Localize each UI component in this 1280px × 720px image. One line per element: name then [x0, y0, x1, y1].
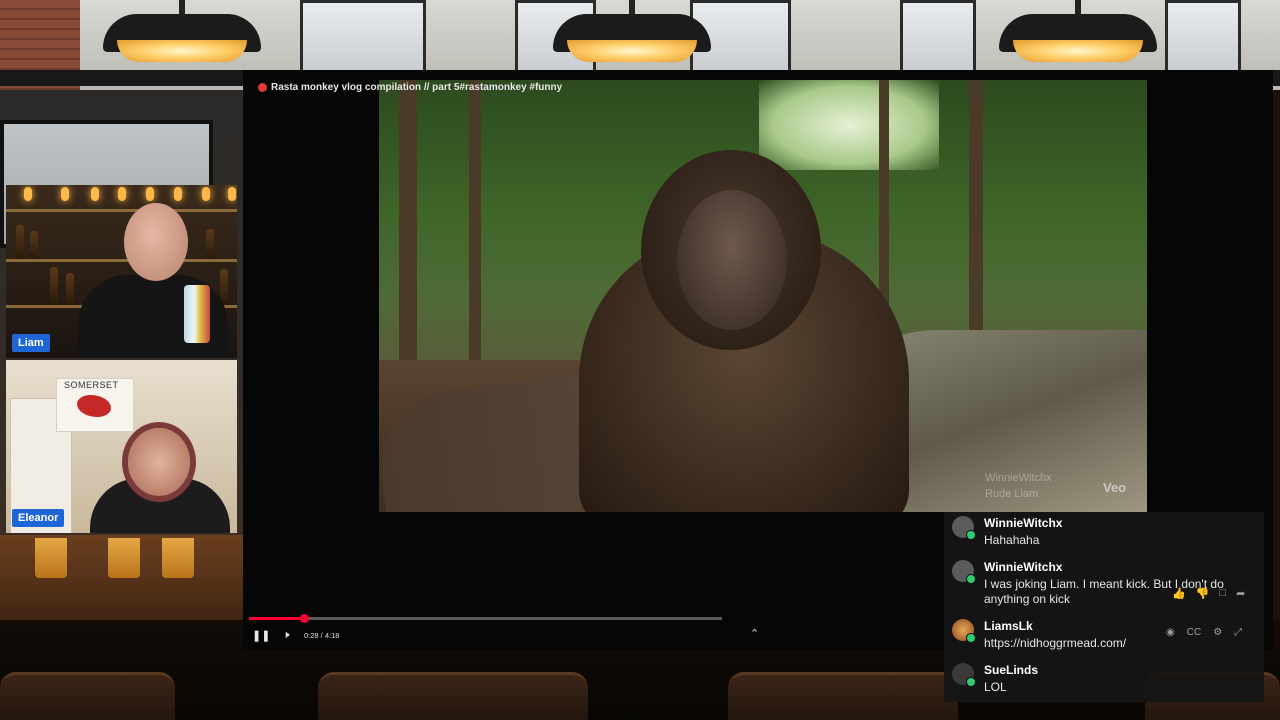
thumbs-down-icon[interactable]: 👎 — [1196, 587, 1210, 600]
participant-name-tag: Liam — [12, 334, 50, 352]
player-tools: ◉ CC ⚙ ⤢ — [1166, 627, 1242, 638]
captions-icon[interactable]: CC — [1187, 627, 1201, 638]
beer-glass — [108, 538, 140, 578]
progress-scrubber[interactable] — [299, 614, 309, 623]
volume-icon[interactable]: 🕨 — [278, 629, 294, 642]
bar-stool — [728, 672, 958, 720]
thumbs-up-icon[interactable]: 👍 — [1172, 587, 1186, 600]
pendant-lamp — [999, 0, 1157, 68]
avatar[interactable] — [952, 560, 976, 584]
webcam-tile-eleanor[interactable]: SOMERSET Eleanor — [6, 360, 237, 533]
gear-icon[interactable]: ⚙ — [1213, 627, 1222, 638]
chat-panel: WinnieWitchx Hahahaha WinnieWitchx I was… — [944, 512, 1264, 702]
message-actions: 👍 👎 □ ➦ — [1172, 587, 1245, 600]
participant-name-tag: Eleanor — [12, 509, 65, 527]
pendant-lamp — [553, 0, 711, 68]
fullscreen-icon[interactable]: ⤢ — [1234, 627, 1242, 638]
drink-can — [184, 285, 210, 343]
progress-bar[interactable] — [249, 614, 722, 623]
pendant-lamp — [103, 0, 261, 68]
monkey-face — [677, 190, 787, 330]
avatar[interactable] — [952, 516, 976, 540]
chat-text: https://nidhoggrmead.com/ — [984, 636, 1127, 650]
time-display: 0:28 / 4:18 — [304, 630, 340, 640]
video-title-text: Rasta monkey vlog compilation // part 5#… — [271, 82, 563, 93]
chat-text: Hahahaha — [984, 533, 1040, 547]
avatar[interactable] — [952, 619, 976, 643]
avatar[interactable] — [952, 663, 976, 687]
player-controls: ❚❚ 🕨 0:28 / 4:18 — [252, 627, 339, 643]
beer-glass — [162, 538, 194, 578]
chevron-up-icon[interactable]: ⌃ — [750, 627, 759, 640]
veo-watermark: Veo — [1103, 480, 1127, 495]
chat-username[interactable]: WinnieWitchx — [984, 560, 1062, 574]
chat-username[interactable]: SueLinds — [984, 663, 1038, 677]
share-icon[interactable]: ➦ — [1236, 587, 1245, 600]
comment-icon[interactable]: □ — [1219, 587, 1226, 600]
bar-stool — [318, 672, 588, 720]
bar-stool — [0, 672, 175, 720]
progress-fill — [249, 617, 304, 620]
beer-glass — [35, 538, 67, 578]
autoplay-toggle-icon[interactable]: ◉ — [1166, 627, 1175, 638]
video-overlay-chat: WinnieWitchx Rude Liam — [985, 472, 1052, 500]
chat-username[interactable]: LiamsLk — [984, 619, 1033, 633]
channel-dot-icon — [258, 83, 267, 92]
chat-text: LOL — [984, 680, 1007, 694]
webcam-tile-liam[interactable]: Liam — [6, 185, 237, 358]
video-title[interactable]: Rasta monkey vlog compilation // part 5#… — [258, 82, 562, 93]
pause-icon[interactable]: ❚❚ — [252, 629, 270, 642]
chat-username[interactable]: WinnieWitchx — [984, 516, 1062, 530]
video-frame[interactable] — [379, 80, 1147, 512]
